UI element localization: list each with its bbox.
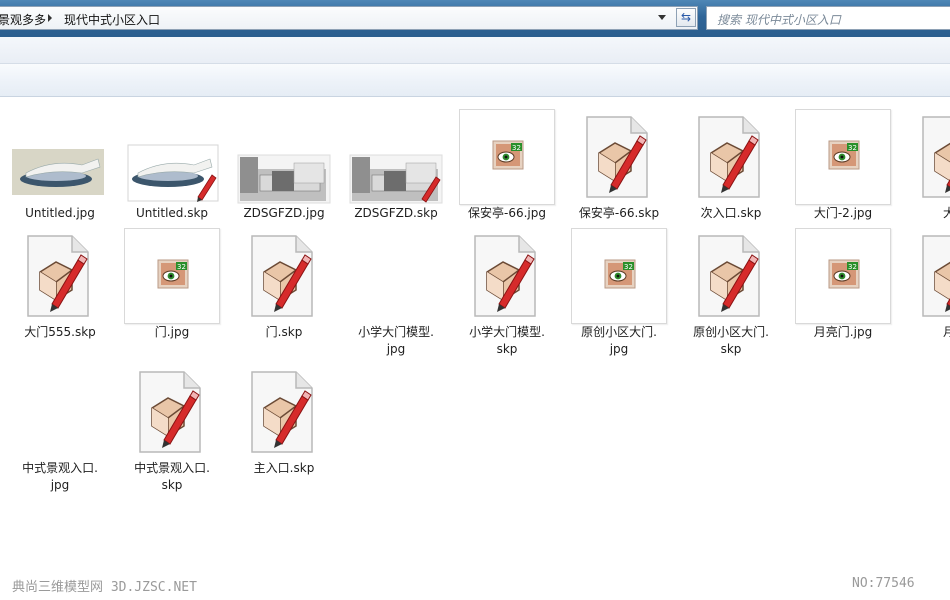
sketchup-file-icon (251, 235, 313, 317)
file-name: 月亮 (942, 325, 950, 339)
file-name: 门.jpg (154, 325, 190, 339)
file-thumbnail (12, 228, 108, 324)
refresh-button[interactable]: ⇆ (676, 8, 696, 27)
file-thumbnail: 32 (795, 109, 891, 205)
sketchup-file-icon (251, 371, 313, 453)
file-item[interactable]: 保安亭-66.skp (563, 101, 675, 221)
sketchup-file-icon (474, 235, 536, 317)
sketchup-file-icon (922, 116, 950, 198)
file-item[interactable]: 门.skp (228, 220, 340, 340)
sketchup-file-icon (139, 371, 201, 453)
file-thumbnail: 32 (795, 228, 891, 324)
file-item[interactable]: 32 月亮门.jpg (787, 220, 899, 340)
file-thumbnail: 32 (124, 228, 220, 324)
file-thumbnail (236, 228, 332, 324)
image-file-icon: 32 (828, 140, 860, 170)
image-thumbnail-frame: 32 (124, 228, 220, 324)
image-thumbnail (237, 154, 331, 204)
image-thumbnail-frame: 32 (795, 228, 891, 324)
file-thumbnail: 32 (571, 228, 667, 324)
sketchup-file-icon (586, 116, 648, 198)
file-list: Untitled.jpg Untitled.skp ZDSGFZD.jpg ZD… (0, 97, 950, 577)
file-item[interactable]: 小学大门模型. skp (451, 220, 563, 356)
image-file-icon: 32 (157, 259, 189, 289)
search-input[interactable]: 搜索 现代中式小区入口 (706, 6, 950, 30)
svg-text:32: 32 (848, 144, 857, 152)
sketchup-file-icon (698, 116, 760, 198)
file-thumbnail (907, 228, 950, 324)
breadcrumb-parent[interactable]: 景观多多 (0, 11, 46, 28)
file-thumbnail (236, 364, 332, 460)
sketchup-file-icon (27, 235, 89, 317)
file-item[interactable]: 次入口.skp (675, 101, 787, 221)
breadcrumb-chevron-icon[interactable] (48, 14, 52, 22)
file-thumbnail (683, 228, 779, 324)
svg-text:32: 32 (624, 263, 633, 271)
search-placeholder: 搜索 现代中式小区入口 (717, 13, 841, 27)
image-thumbnail-frame: 32 (795, 109, 891, 205)
file-item[interactable]: Untitled.skp (116, 101, 228, 221)
file-name: 小学大门模型. skp (469, 325, 545, 356)
title-bar: 景观多多 现代中式小区入口 ⇆ 搜索 现代中式小区入口 (0, 0, 950, 37)
file-item[interactable]: Untitled.jpg (4, 101, 116, 221)
file-item[interactable]: 32 保安亭-66.jpg (451, 101, 563, 221)
file-name: 原创小区大门. skp (693, 325, 769, 356)
file-item[interactable]: 中式景观入口. skp (116, 356, 228, 492)
file-item[interactable]: 32 大门-2.jpg (787, 101, 899, 221)
watermark-number: NO:77546 (852, 576, 915, 591)
sketchup-file-icon (922, 235, 950, 317)
image-thumbnail-frame: 32 (571, 228, 667, 324)
file-thumbnail: 32 (459, 109, 555, 205)
svg-text:32: 32 (848, 263, 857, 271)
image-thumbnail (12, 149, 104, 195)
refresh-icon: ⇆ (680, 10, 692, 24)
file-name: 原创小区大门. jpg (581, 325, 657, 356)
breadcrumb-current[interactable]: 现代中式小区入口 (64, 11, 160, 28)
file-thumbnail (907, 109, 950, 205)
svg-text:32: 32 (512, 144, 521, 152)
file-item[interactable]: 主入口.skp (228, 356, 340, 476)
address-bar[interactable]: 景观多多 现代中式小区入口 (0, 6, 698, 30)
file-thumbnail (124, 364, 220, 460)
file-item[interactable]: ZDSGFZD.jpg (228, 101, 340, 221)
file-item[interactable]: ZDSGFZD.skp (340, 101, 452, 221)
file-name: 中式景观入口. jpg (22, 461, 98, 492)
file-item[interactable]: 月亮 (899, 220, 950, 340)
menu-bar (0, 37, 950, 64)
sketchup-file-icon (127, 144, 219, 202)
svg-text:32: 32 (177, 263, 186, 271)
file-thumbnail (459, 228, 555, 324)
command-bar (0, 64, 950, 97)
file-name: 月亮门.jpg (813, 325, 873, 339)
file-name: 小学大门模型. jpg (358, 325, 434, 356)
file-item[interactable]: 中式景观入口. jpg (4, 356, 116, 492)
file-name: 主入口.skp (253, 461, 315, 475)
file-name: 中式景观入口. skp (134, 461, 210, 492)
watermark-site: 典尚三维模型网 3D.JZSC.NET (12, 580, 197, 595)
file-name: 门.skp (265, 325, 303, 339)
file-item[interactable]: 大门555.skp (4, 220, 116, 340)
file-item[interactable]: 大门 (899, 101, 950, 221)
file-item[interactable]: 32 原创小区大门. jpg (563, 220, 675, 356)
image-file-icon: 32 (828, 259, 860, 289)
sketchup-file-icon (698, 235, 760, 317)
file-thumbnail (683, 109, 779, 205)
image-file-icon: 32 (604, 259, 636, 289)
file-item[interactable]: 小学大门模型. jpg (340, 220, 452, 356)
address-dropdown-icon[interactable] (658, 15, 666, 20)
sketchup-file-icon (349, 154, 443, 204)
image-file-icon: 32 (492, 140, 524, 170)
file-thumbnail (571, 109, 667, 205)
file-item[interactable]: 32 门.jpg (116, 220, 228, 340)
image-thumbnail-frame: 32 (459, 109, 555, 205)
file-item[interactable]: 原创小区大门. skp (675, 220, 787, 356)
file-name: 大门555.skp (24, 325, 96, 339)
